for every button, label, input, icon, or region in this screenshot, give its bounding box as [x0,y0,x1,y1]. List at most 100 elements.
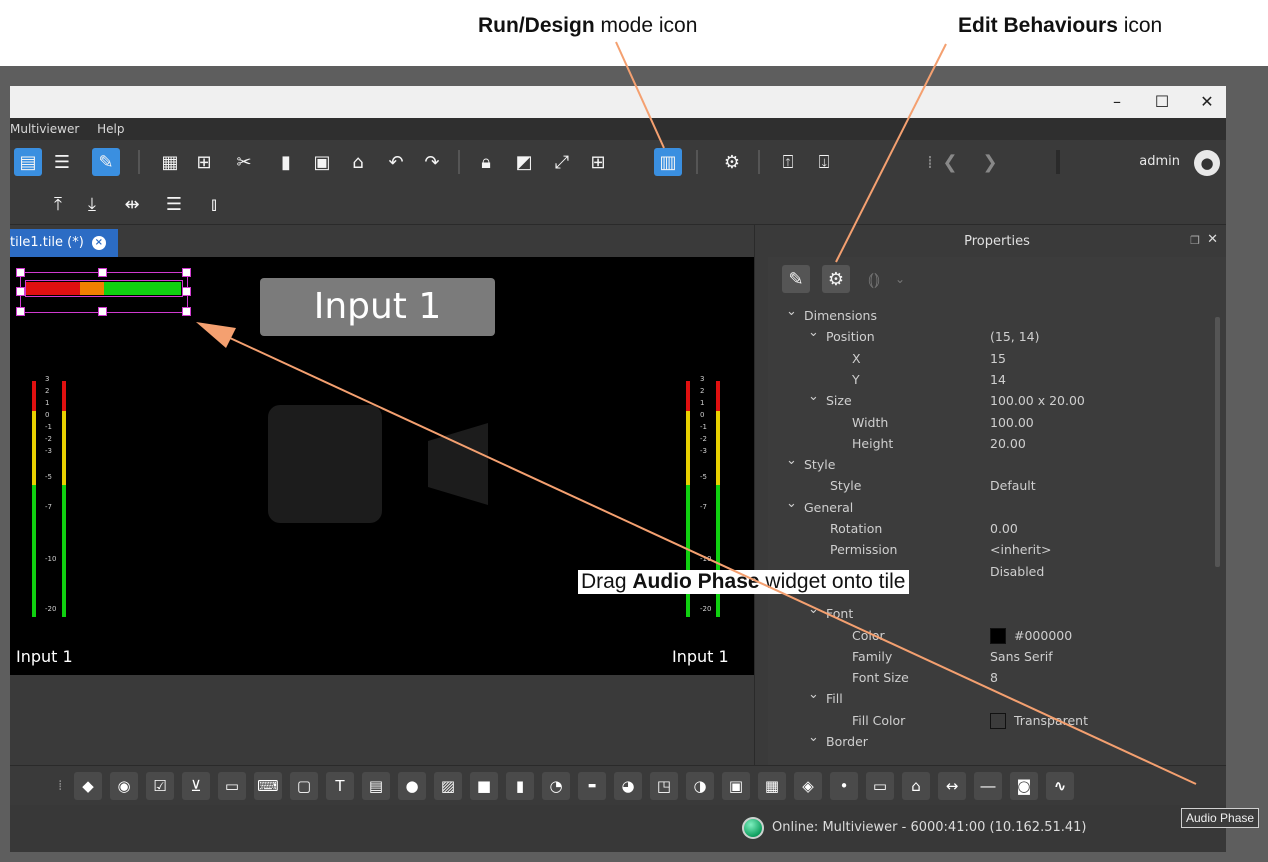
align-bottom-icon[interactable]: ⤓ [78,190,106,218]
widget-house-icon[interactable]: ⌂ [902,772,930,800]
panel-splitter[interactable] [754,225,769,765]
align-top-icon[interactable]: ⤒ [44,190,72,218]
close-tab-icon[interactable]: × [91,235,106,250]
save-info-icon[interactable]: ▤ [14,148,42,176]
resize-handle[interactable] [98,268,107,277]
property-row[interactable]: Style Default [768,475,1208,496]
close-panel-icon[interactable]: ✕ [1207,232,1218,247]
property-row[interactable]: Width 100.00 [768,412,1208,433]
float-panel-icon[interactable]: ❐ [1190,234,1200,247]
resize-handle[interactable] [16,268,25,277]
left-audio-meter[interactable] [32,381,36,617]
properties-scrollbar[interactable] [1215,317,1220,567]
widget-gauge-icon[interactable]: ◉ [110,772,138,800]
minimize-button[interactable]: – [1102,92,1132,112]
chevron-down-icon[interactable]: ⌄ [808,727,819,748]
resize-handle[interactable] [182,307,191,316]
tab-tile1[interactable]: tile1.tile (*) × [10,229,118,257]
property-row[interactable]: ⌄ Border [768,730,1208,752]
property-row[interactable]: Y 14 [768,369,1208,390]
property-row[interactable]: Font Size 8 [768,667,1208,688]
property-row[interactable]: ⌄ Position (15, 14) [768,325,1208,347]
widget-line-icon[interactable]: ― [974,772,1002,800]
widget-speaker-icon[interactable]: ◙ [1010,772,1038,800]
layers-icon[interactable]: ◩ [510,148,538,176]
upload-monitor-icon[interactable]: ⍐ [774,148,802,176]
property-row[interactable]: ⌄ Dimensions [768,304,1208,326]
horizontal-audio-meter[interactable] [25,280,183,297]
widget-checkbox-icon[interactable]: ☑ [146,772,174,800]
audio-phase-widget-icon[interactable]: ∿ [1046,772,1074,800]
property-row[interactable]: ⌄ Size 100.00 x 20.00 [768,389,1208,411]
property-row[interactable]: ⌄ Fill [768,687,1208,709]
widget-grid-icon[interactable]: ▦ [758,772,786,800]
tree-icon[interactable]: ☰ [48,148,76,176]
color-swatch[interactable] [990,713,1006,730]
widget-progress-icon[interactable]: ▭ [218,772,246,800]
chevron-down-icon[interactable]: ⌄ [808,322,819,343]
property-row[interactable]: Family Sans Serif [768,646,1208,667]
chevron-down-icon[interactable]: ⌄ [808,386,819,407]
table-icon[interactable]: ⊞ [584,148,612,176]
property-row[interactable]: Permission <inherit> [768,539,1208,560]
tile-canvas[interactable]: Input 1 3 2 1 0 -1 -2 -3 -5 -7 -10 -20 3… [10,257,754,675]
property-row[interactable]: ⌄ General [768,496,1208,518]
document-icon[interactable]: ▮ [272,148,300,176]
menu-help[interactable]: Help [97,118,124,140]
undo-icon[interactable]: ↶ [382,148,410,176]
property-row[interactable]: Rotation 0.00 [768,518,1208,539]
widget-video-icon[interactable]: ■ [470,772,498,800]
widget-clock-icon[interactable]: ◔ [542,772,570,800]
widget-text-input-icon[interactable]: ⌨ [254,772,282,800]
chevron-down-icon[interactable]: ⌄ [808,684,819,705]
widget-picture-icon[interactable]: ▣ [722,772,750,800]
property-row[interactable]: Fill Color Transparent [768,710,1208,731]
chevron-right-icon[interactable]: ❯ [976,148,1004,176]
property-row[interactable]: ⌄ Style [768,453,1208,475]
property-row[interactable]: Color #000000 [768,625,1208,646]
bindings-icon[interactable]: ⦅⦆ [860,265,888,293]
resize-handle[interactable] [16,287,25,296]
widget-globe-icon[interactable]: ◈ [794,772,822,800]
expand-icon[interactable]: ⤢ [548,148,576,176]
property-row[interactable]: X 15 [768,348,1208,369]
run-design-mode-icon[interactable]: ▥ [654,148,682,176]
widget-timer-icon[interactable]: ◕ [614,772,642,800]
edit-behaviours-icon[interactable]: ⚙ [822,265,850,293]
property-row[interactable]: ⌄ Font [768,602,1208,624]
widget-dot-icon[interactable]: • [830,772,858,800]
widget-bar-icon[interactable]: ▭ [866,772,894,800]
trash-icon[interactable]: ⌂ [344,148,372,176]
clipboard-icon[interactable]: ▣ [308,148,336,176]
chevron-down-icon[interactable]: ⌄ [786,450,797,471]
widget-span-icon[interactable]: ↔ [938,772,966,800]
resize-handle[interactable] [182,268,191,277]
chevron-down-icon[interactable]: ⌄ [808,599,819,620]
widget-box-icon[interactable]: ◆ [74,772,102,800]
widget-image-icon[interactable]: ▨ [434,772,462,800]
edit-icon[interactable]: ✎ [92,148,120,176]
chevron-down-icon[interactable]: ⌄ [886,265,914,293]
edit-properties-icon[interactable]: ✎ [782,265,810,293]
widget-pie-icon[interactable]: ◑ [686,772,714,800]
align-left-edge-icon[interactable]: ▏ [10,190,28,218]
maximize-button[interactable]: ☐ [1147,92,1177,112]
avatar-icon[interactable]: ● [1194,150,1220,176]
grid-small-icon[interactable]: ▦ [156,148,184,176]
menu-multiviewer[interactable]: Multiviewer [10,118,79,140]
lock-icon[interactable]: 🔒︎ [472,148,500,176]
chevron-down-icon[interactable]: ⌄ [786,301,797,322]
color-swatch[interactable] [990,628,1006,644]
close-button[interactable]: ✕ [1192,92,1222,112]
widget-text-icon[interactable]: T [326,772,354,800]
distribute-icon[interactable]: ⫾ [200,190,228,218]
gear-icon[interactable]: ⚙ [718,148,746,176]
resize-handle[interactable] [98,307,107,316]
widget-list-icon[interactable]: ▤ [362,772,390,800]
download-monitor-icon[interactable]: ⍗ [810,148,838,176]
grid-outline-icon[interactable]: ⊞ [190,148,218,176]
scissors-icon[interactable]: ✂ [230,148,258,176]
redo-icon[interactable]: ↷ [418,148,446,176]
resize-handle[interactable] [16,307,25,316]
left-audio-meter-2[interactable] [62,381,66,617]
